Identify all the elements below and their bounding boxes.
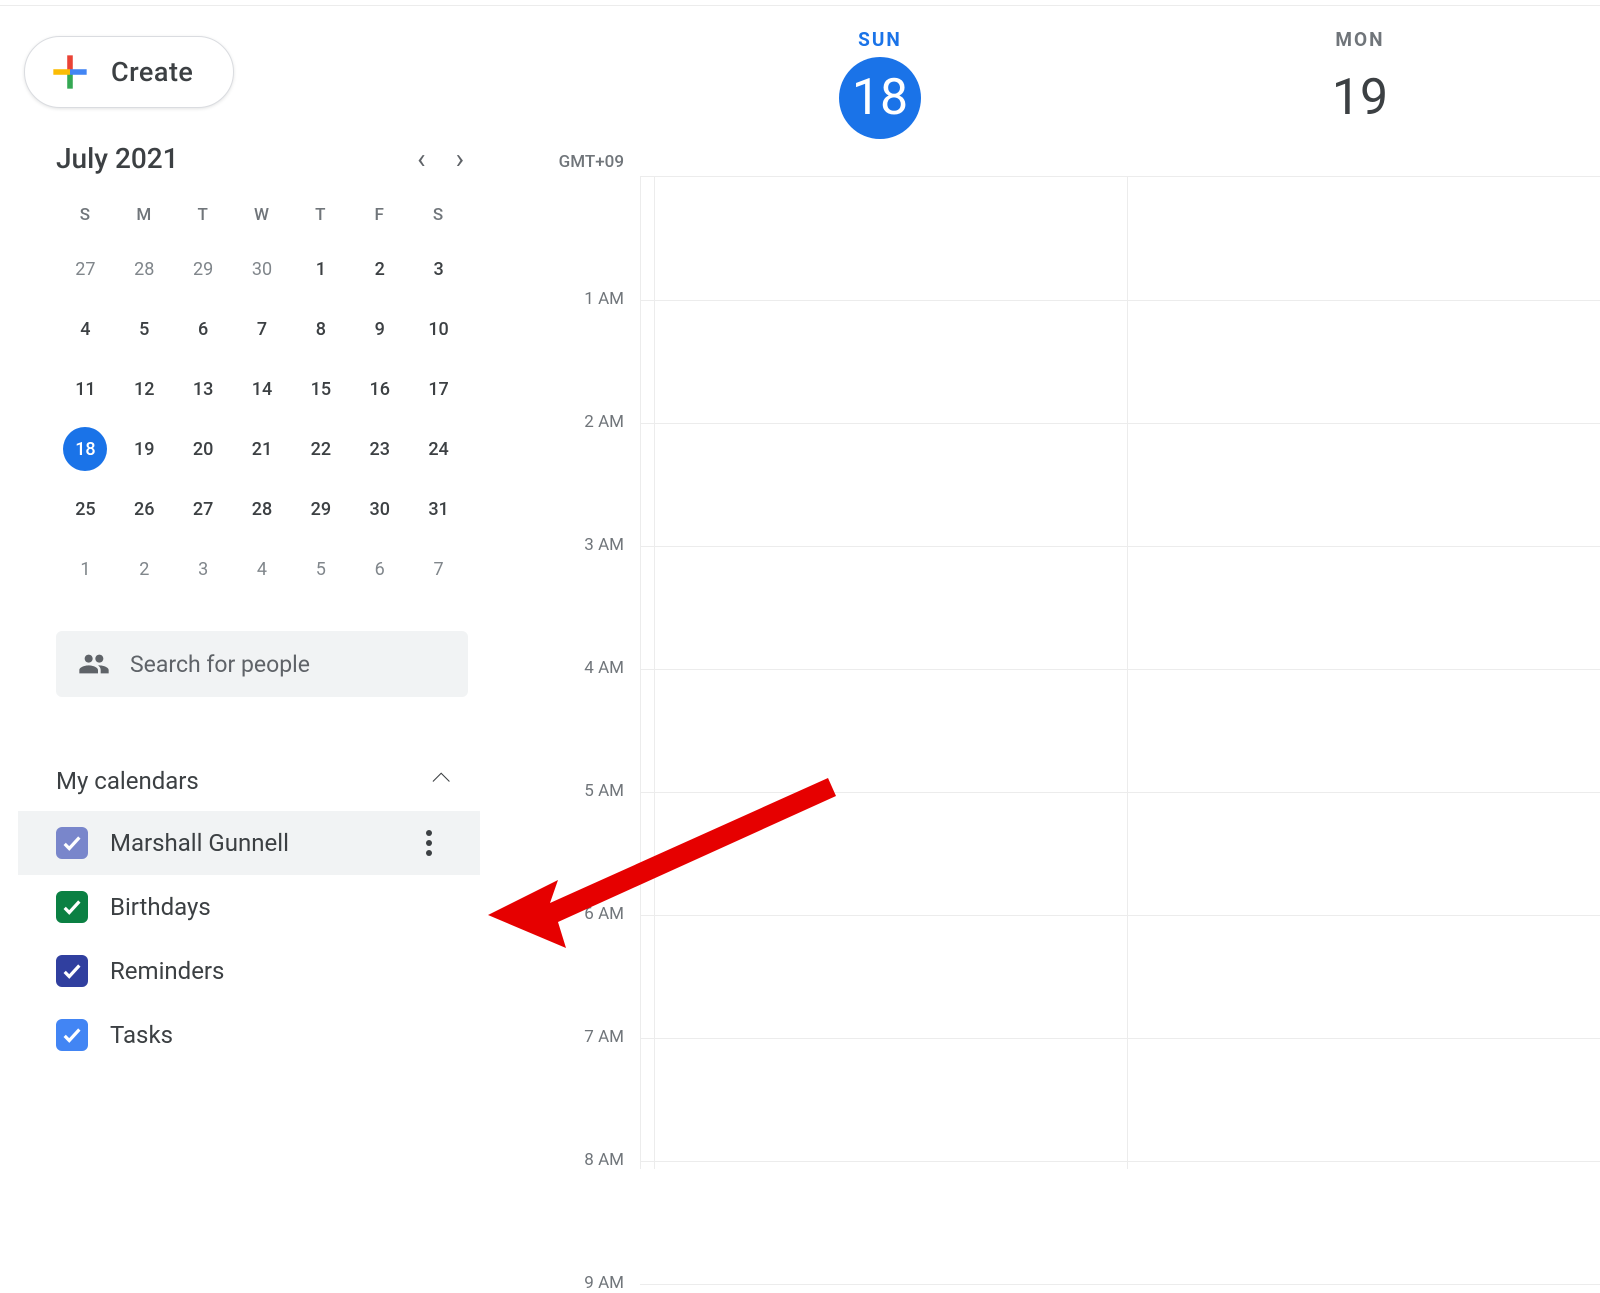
- calendar-item-label: Reminders: [110, 957, 224, 985]
- mini-date-cell[interactable]: 23: [350, 419, 409, 479]
- mini-date-cell[interactable]: 29: [174, 239, 233, 299]
- plus-icon: [45, 47, 95, 97]
- mini-date-cell[interactable]: 20: [174, 419, 233, 479]
- mini-date-cell[interactable]: 30: [350, 479, 409, 539]
- timezone-label: GMT+09: [559, 152, 624, 172]
- mini-month-label: July 2021: [56, 142, 179, 175]
- mini-date-cell[interactable]: 5: [291, 539, 350, 599]
- mini-date-cell[interactable]: 2: [350, 239, 409, 299]
- mini-date-cell[interactable]: 8: [291, 299, 350, 359]
- calendar-item[interactable]: Tasks: [18, 1003, 480, 1067]
- time-label: 2 AM: [584, 412, 624, 432]
- mini-date-cell[interactable]: 27: [56, 239, 115, 299]
- my-calendars-header[interactable]: My calendars ⌵: [56, 767, 450, 795]
- mini-date-cell[interactable]: 7: [409, 539, 468, 599]
- mini-date-cell[interactable]: 9: [350, 299, 409, 359]
- mini-date-cell[interactable]: 18: [56, 419, 115, 479]
- calendar-checkbox[interactable]: [56, 955, 88, 987]
- mini-date-cell[interactable]: 22: [291, 419, 350, 479]
- mini-date-cell[interactable]: 25: [56, 479, 115, 539]
- day-column-header[interactable]: MON 19: [1120, 6, 1600, 176]
- mini-next-month-button[interactable]: ›: [452, 138, 468, 179]
- calendar-item-label: Tasks: [110, 1021, 173, 1049]
- time-label: 4 AM: [584, 658, 624, 678]
- time-label: 3 AM: [584, 535, 624, 555]
- mini-date-cell[interactable]: 29: [291, 479, 350, 539]
- mini-dow: S: [409, 197, 468, 239]
- mini-date-cell[interactable]: 21: [233, 419, 292, 479]
- day-dow-label: MON: [1335, 28, 1384, 51]
- time-label: 1 AM: [584, 289, 624, 309]
- mini-date-cell[interactable]: 24: [409, 419, 468, 479]
- search-people-input[interactable]: Search for people: [56, 631, 468, 697]
- time-label: 9 AM: [584, 1273, 624, 1293]
- mini-date-cell[interactable]: 19: [115, 419, 174, 479]
- mini-date-cell[interactable]: 4: [56, 299, 115, 359]
- time-label: 7 AM: [584, 1027, 624, 1047]
- mini-date-cell[interactable]: 27: [174, 479, 233, 539]
- mini-dow: T: [174, 197, 233, 239]
- mini-date-cell[interactable]: 13: [174, 359, 233, 419]
- mini-date-cell[interactable]: 31: [409, 479, 468, 539]
- mini-dow: M: [115, 197, 174, 239]
- time-label: 8 AM: [584, 1150, 624, 1170]
- mini-dow: T: [291, 197, 350, 239]
- day-number: 18: [839, 57, 921, 139]
- mini-dow: W: [233, 197, 292, 239]
- calendar-item[interactable]: Marshall Gunnell: [18, 811, 480, 875]
- day-column[interactable]: [1127, 177, 1600, 1169]
- calendar-options-button[interactable]: [418, 822, 440, 864]
- calendar-item-label: Marshall Gunnell: [110, 829, 289, 857]
- calendar-item[interactable]: Reminders: [18, 939, 480, 1003]
- time-label: 6 AM: [584, 904, 624, 924]
- mini-date-cell[interactable]: 15: [291, 359, 350, 419]
- mini-date-cell[interactable]: 16: [350, 359, 409, 419]
- day-number: 19: [1319, 57, 1401, 139]
- calendar-item[interactable]: Birthdays: [18, 875, 480, 939]
- mini-date-cell[interactable]: 7: [233, 299, 292, 359]
- mini-dow: F: [350, 197, 409, 239]
- mini-date-cell[interactable]: 14: [233, 359, 292, 419]
- mini-date-cell[interactable]: 10: [409, 299, 468, 359]
- mini-date-cell[interactable]: 5: [115, 299, 174, 359]
- search-people-placeholder: Search for people: [130, 651, 310, 678]
- calendar-item-label: Birthdays: [110, 893, 211, 921]
- calendar-checkbox[interactable]: [56, 1019, 88, 1051]
- mini-date-cell[interactable]: 30: [233, 239, 292, 299]
- create-button-label: Create: [111, 56, 193, 88]
- people-icon: [78, 648, 110, 680]
- mini-date-cell[interactable]: 6: [174, 299, 233, 359]
- mini-dow: S: [56, 197, 115, 239]
- mini-prev-month-button[interactable]: ‹: [413, 138, 429, 179]
- mini-date-cell[interactable]: 6: [350, 539, 409, 599]
- mini-date-cell[interactable]: 2: [115, 539, 174, 599]
- chevron-up-icon: ⌵: [432, 767, 450, 795]
- create-button[interactable]: Create: [24, 36, 234, 108]
- mini-date-cell[interactable]: 3: [174, 539, 233, 599]
- time-label: 5 AM: [584, 781, 624, 801]
- day-column[interactable]: [654, 177, 1127, 1169]
- calendar-checkbox[interactable]: [56, 891, 88, 923]
- calendar-checkbox[interactable]: [56, 827, 88, 859]
- mini-date-cell[interactable]: 28: [115, 239, 174, 299]
- day-dow-label: SUN: [858, 28, 902, 51]
- mini-date-cell[interactable]: 1: [291, 239, 350, 299]
- mini-date-cell[interactable]: 28: [233, 479, 292, 539]
- mini-date-cell[interactable]: 11: [56, 359, 115, 419]
- mini-date-cell[interactable]: 4: [233, 539, 292, 599]
- mini-date-cell[interactable]: 1: [56, 539, 115, 599]
- mini-date-cell[interactable]: 3: [409, 239, 468, 299]
- day-column-header[interactable]: SUN 18: [640, 6, 1120, 176]
- mini-date-cell[interactable]: 17: [409, 359, 468, 419]
- mini-date-cell[interactable]: 26: [115, 479, 174, 539]
- mini-date-cell[interactable]: 12: [115, 359, 174, 419]
